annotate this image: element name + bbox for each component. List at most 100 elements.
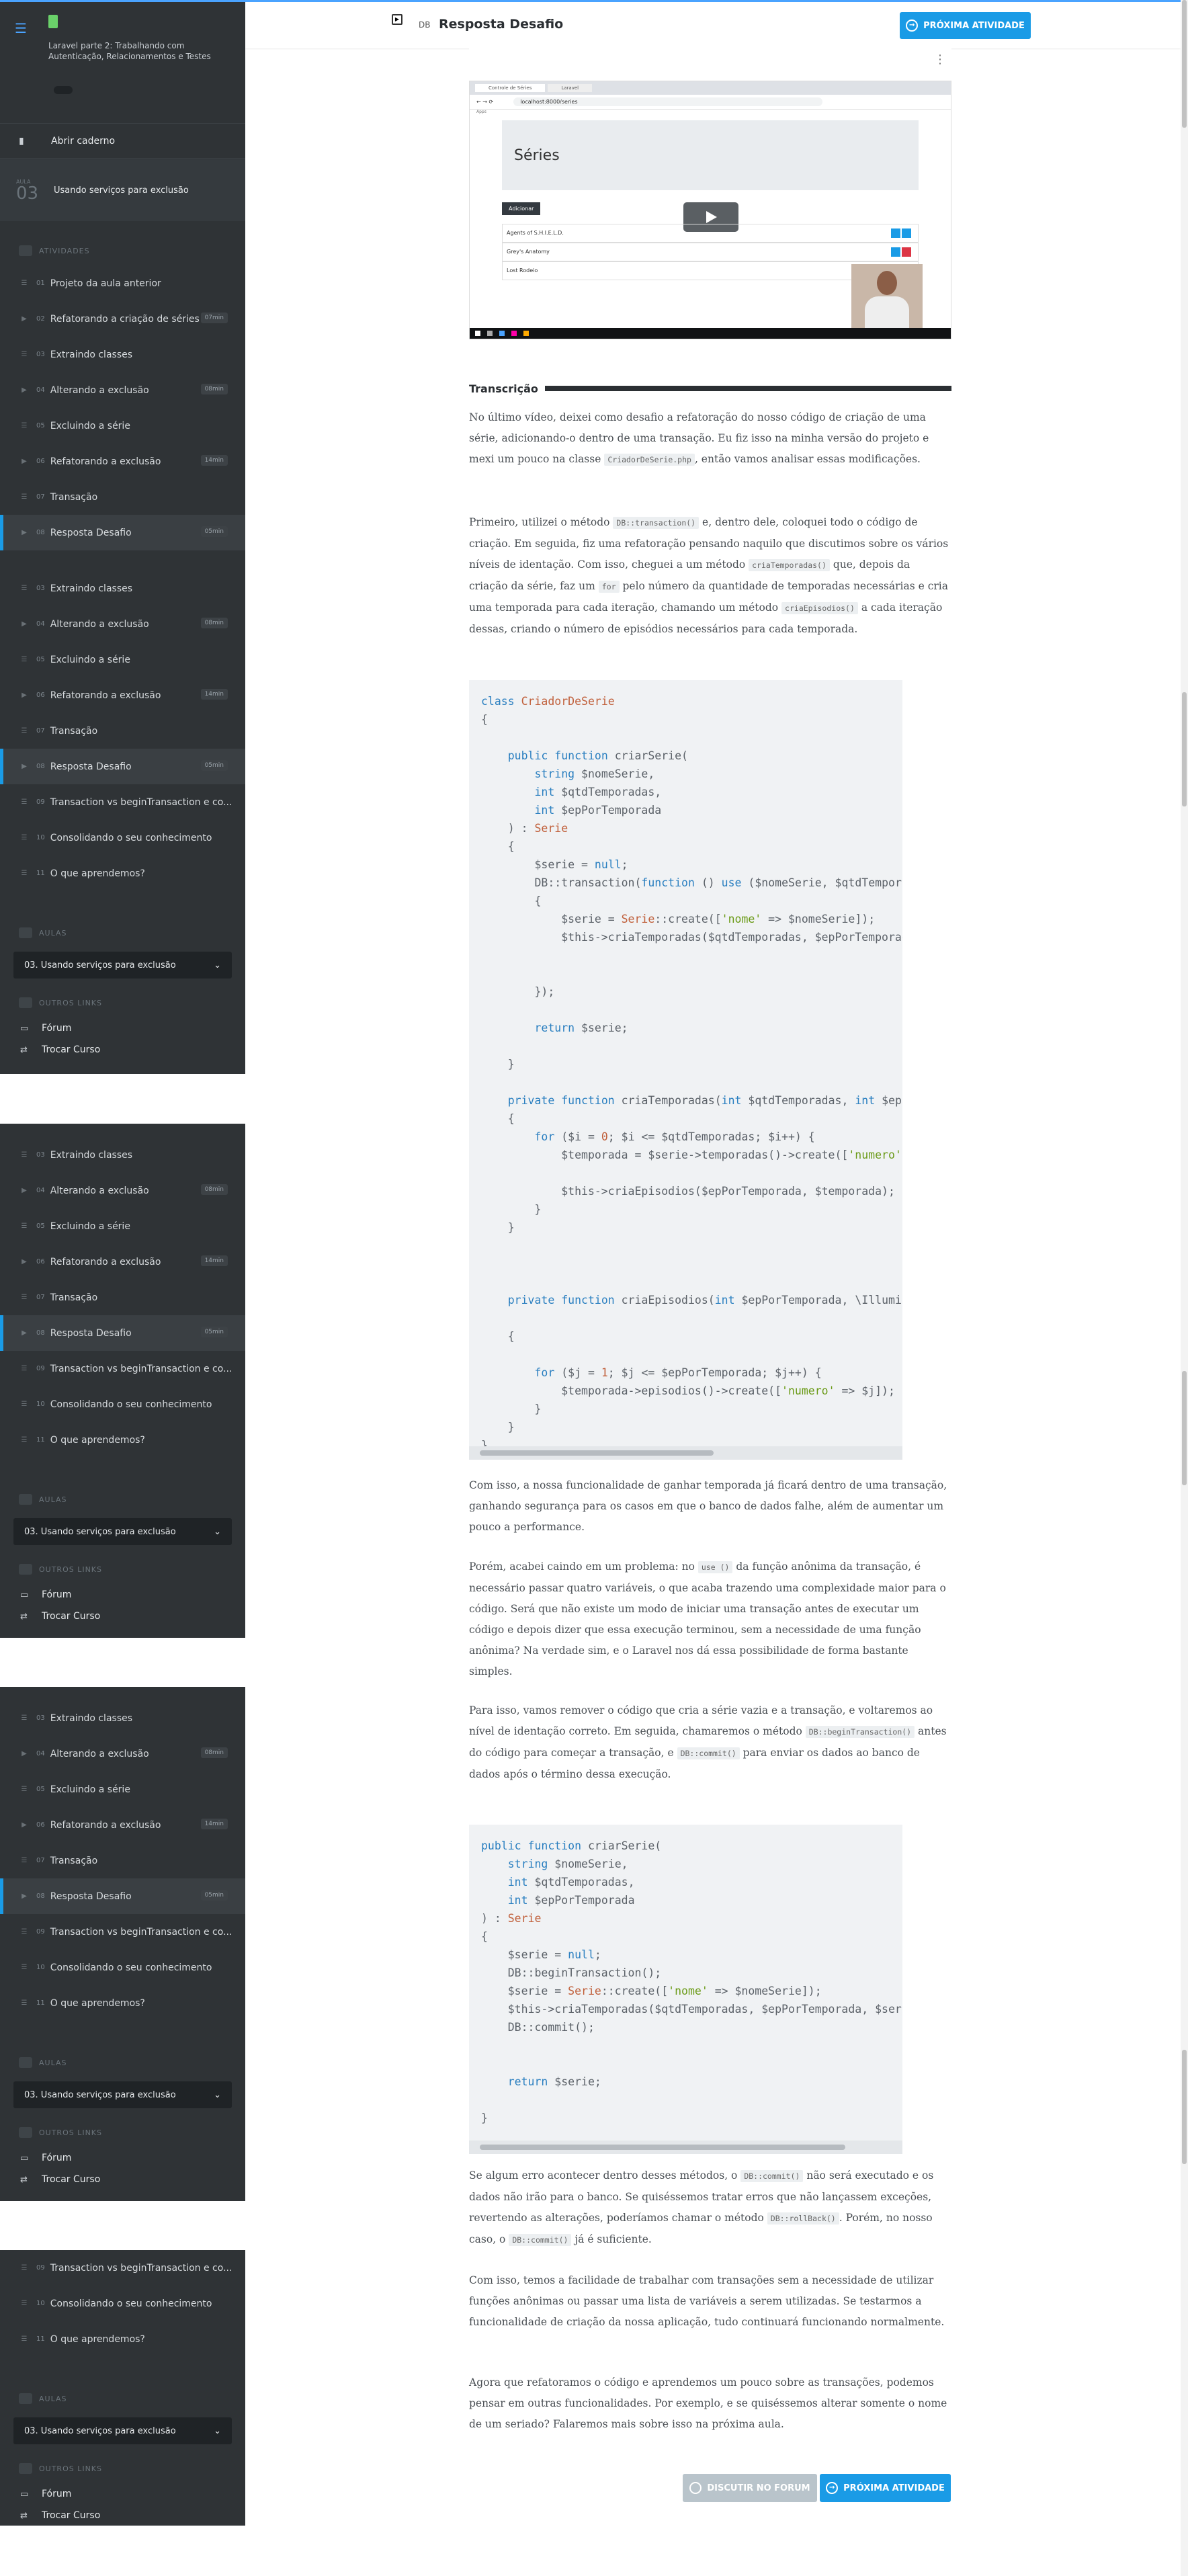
activity-item[interactable]: ▶ 04 Alterando a exclusão 08min xyxy=(0,1736,245,1772)
activity-item[interactable]: ☰ 10 Consolidando o seu conhecimento xyxy=(0,2286,245,2321)
page-title: Resposta Desafio xyxy=(439,17,564,32)
activity-item[interactable]: ☰ 03 Extraindo classes xyxy=(0,1700,245,1736)
activity-item[interactable]: ☰ 05 Excluindo a série xyxy=(0,642,245,677)
activity-item[interactable]: ▶ 06 Refatorando a exclusão 14min xyxy=(0,444,245,479)
switch-course-link[interactable]: ⇄ Trocar Curso xyxy=(0,2169,245,2190)
activity-item[interactable]: ▶ 04 Alterando a exclusão 08min xyxy=(0,372,245,408)
switch-course-link[interactable]: ⇄ Trocar Curso xyxy=(0,1039,245,1061)
activity-item[interactable]: ☰ 10 Consolidando o seu conhecimento xyxy=(0,1386,245,1422)
page-scrollbar[interactable] xyxy=(1181,0,1188,2576)
page-scrollbar-thumb[interactable] xyxy=(1182,0,1187,128)
forum-link[interactable]: ▭ Fórum xyxy=(0,1584,245,1606)
code-content: public function criarSerie( string $nome… xyxy=(481,1839,902,2124)
activity-item[interactable]: ▶ 04 Alterando a exclusão 08min xyxy=(0,1173,245,1208)
lesson-select[interactable]: 03. Usando serviços para exclusão ⌄ xyxy=(13,2417,232,2444)
chat-icon: ▭ xyxy=(20,2489,29,2499)
list-icon: ☰ xyxy=(21,1400,28,1408)
activity-item[interactable]: ▶ 02 Refatorando a criação de séries 07min xyxy=(0,301,245,337)
list-icon: ☰ xyxy=(21,1963,28,1971)
forum-link[interactable]: ▭ Fórum xyxy=(0,1017,245,1039)
transcript-paragraph: Agora que refatoramos o código e aprende… xyxy=(469,2376,947,2430)
play-icon xyxy=(706,211,717,223)
activity-item[interactable]: ☰ 07 Transação xyxy=(0,713,245,749)
activity-item[interactable]: ☰ 09 Transaction vs beginTransaction e co.… xyxy=(0,784,245,820)
activity-item[interactable]: ☰ 09 Transaction vs beginTransaction e co.… xyxy=(0,1914,245,1950)
activity-item-active[interactable]: ▶ 08 Resposta Desafio 05min xyxy=(0,749,245,784)
activity-item[interactable]: ☰ 10 Consolidando o seu conhecimento xyxy=(0,820,245,856)
activity-item[interactable]: ▶ 04 Alterando a exclusão 08min xyxy=(0,606,245,642)
classes-icon xyxy=(19,2057,32,2068)
activity-item[interactable]: ☰ 07 Transação xyxy=(0,1280,245,1315)
lesson-select[interactable]: 03. Usando serviços para exclusão ⌄ xyxy=(13,2081,232,2108)
activity-item-active[interactable]: ▶ 08 Resposta Desafio 05min xyxy=(0,1315,245,1351)
activity-item[interactable]: ☰ 11 O que aprendemos? xyxy=(0,1422,245,1458)
more-options-icon[interactable]: ⋮ xyxy=(934,52,946,67)
activity-item[interactable]: ▶ 06 Refatorando a exclusão 14min xyxy=(0,1807,245,1843)
code-block[interactable]: class CriadorDeSerie { public function c… xyxy=(469,680,902,1460)
video-icon: ▶ xyxy=(22,457,27,465)
activity-item[interactable]: ☰ 01 Projeto da aula anterior xyxy=(0,265,245,301)
activity-item[interactable]: ☰ 11 O que aprendemos? xyxy=(0,1985,245,2021)
activity-item[interactable]: ☰ 07 Transação xyxy=(0,1843,245,1878)
arrow-right-icon: → xyxy=(826,2482,839,2494)
links-icon xyxy=(19,2463,32,2474)
menu-collapse-icon[interactable]: ☰ xyxy=(15,20,27,36)
open-notebook-link[interactable]: ▮ Abrir caderno xyxy=(0,123,245,159)
list-icon: ☰ xyxy=(21,584,28,592)
forum-link[interactable]: ▭ Fórum xyxy=(0,2483,245,2505)
code-scrollbar[interactable] xyxy=(469,1446,902,1460)
scrollbar-thumb[interactable] xyxy=(480,2145,845,2150)
swap-icon: ⇄ xyxy=(20,1044,28,1055)
activity-item-active[interactable]: ▶ 08 Resposta Desafio 05min xyxy=(0,1878,245,1914)
swap-icon: ⇄ xyxy=(20,2174,28,2185)
video-icon: ▶ xyxy=(22,386,27,394)
activity-item[interactable]: ☰ 05 Excluindo a série xyxy=(0,1208,245,1244)
activity-item[interactable]: ▶ 06 Refatorando a exclusão 14min xyxy=(0,1244,245,1280)
list-icon: ☰ xyxy=(21,1856,28,1864)
video-player[interactable]: ⋮ Controle de Séries Laravel ← → ⟳ localho… xyxy=(469,48,951,353)
lesson-select[interactable]: 03. Usando serviços para exclusão ⌄ xyxy=(13,1518,232,1545)
next-activity-button-bottom[interactable]: → PRÓXIMA ATIVIDADE xyxy=(820,2474,951,2502)
code-content: class CriadorDeSerie { public function c… xyxy=(481,695,902,1452)
activity-item[interactable]: ☰ 09 Transaction vs beginTransaction e co.… xyxy=(0,1351,245,1386)
sidebar-repeat: ☰ 09 Transaction vs beginTransaction e co.… xyxy=(0,2250,245,2526)
activity-item[interactable]: ☰ 05 Excluindo a série xyxy=(0,408,245,444)
video-icon: ▶ xyxy=(22,528,27,536)
transcript-paragraph: Porém, acabei caindo em um problema: no … xyxy=(469,1561,946,1677)
video-frame: Controle de Séries Laravel ← → ⟳ localhost… xyxy=(469,81,951,339)
switch-course-link[interactable]: ⇄ Trocar Curso xyxy=(0,2505,245,2526)
next-activity-button[interactable]: → PRÓXIMA ATIVIDADE xyxy=(900,12,1031,39)
course-logo-icon xyxy=(48,15,58,28)
activity-item[interactable]: ☰ 05 Excluindo a série xyxy=(0,1772,245,1807)
scrollbar-thumb[interactable] xyxy=(480,1450,714,1456)
lesson-select[interactable]: 03. Usando serviços para exclusão ⌄ xyxy=(13,952,232,979)
instructor-webcam xyxy=(851,264,923,330)
activity-item-active[interactable]: ▶ 08 Resposta Desafio 05min xyxy=(0,515,245,550)
discuss-forum-button[interactable]: DISCUTIR NO FORUM xyxy=(683,2474,817,2502)
transcript-paragraph: Para isso, vamos remover o código que cr… xyxy=(469,1704,947,1780)
browser-tabs: Controle de Séries Laravel xyxy=(470,81,951,95)
activities-list: ATIVIDADES ☰ 01 Projeto da aula anterior ▶… xyxy=(0,236,245,1061)
classes-icon xyxy=(19,927,32,938)
code-scrollbar[interactable] xyxy=(469,2141,902,2154)
slide-jumbotron: Séries xyxy=(502,120,919,190)
list-icon: ☰ xyxy=(21,1293,28,1301)
activity-item[interactable]: ☰ 07 Transação xyxy=(0,479,245,515)
list-icon: ☰ xyxy=(21,1714,28,1722)
list-icon: ☰ xyxy=(21,1151,28,1159)
lesson-number: 03 xyxy=(16,183,39,204)
list-icon: ☰ xyxy=(21,1222,28,1230)
activity-item[interactable]: ☰ 03 Extraindo classes xyxy=(0,571,245,606)
activity-item[interactable]: ▶ 06 Refatorando a exclusão 14min xyxy=(0,677,245,713)
code-block[interactable]: public function criarSerie( string $nome… xyxy=(469,1825,902,2154)
video-icon: ▶ xyxy=(22,1329,27,1337)
activity-item[interactable]: ☰ 03 Extraindo classes xyxy=(0,337,245,372)
activity-item[interactable]: ☰ 10 Consolidando o seu conhecimento xyxy=(0,1950,245,1985)
activity-item[interactable]: ☰ 09 Transaction vs beginTransaction e co.… xyxy=(0,2250,245,2286)
activity-item[interactable]: ☰ 11 O que aprendemos? xyxy=(0,856,245,891)
switch-course-link[interactable]: ⇄ Trocar Curso xyxy=(0,1606,245,1627)
chat-icon: ▭ xyxy=(20,2153,29,2163)
activity-item[interactable]: ☰ 03 Extraindo classes xyxy=(0,1137,245,1173)
activity-item[interactable]: ☰ 11 O que aprendemos? xyxy=(0,2321,245,2357)
forum-link[interactable]: ▭ Fórum xyxy=(0,2147,245,2169)
